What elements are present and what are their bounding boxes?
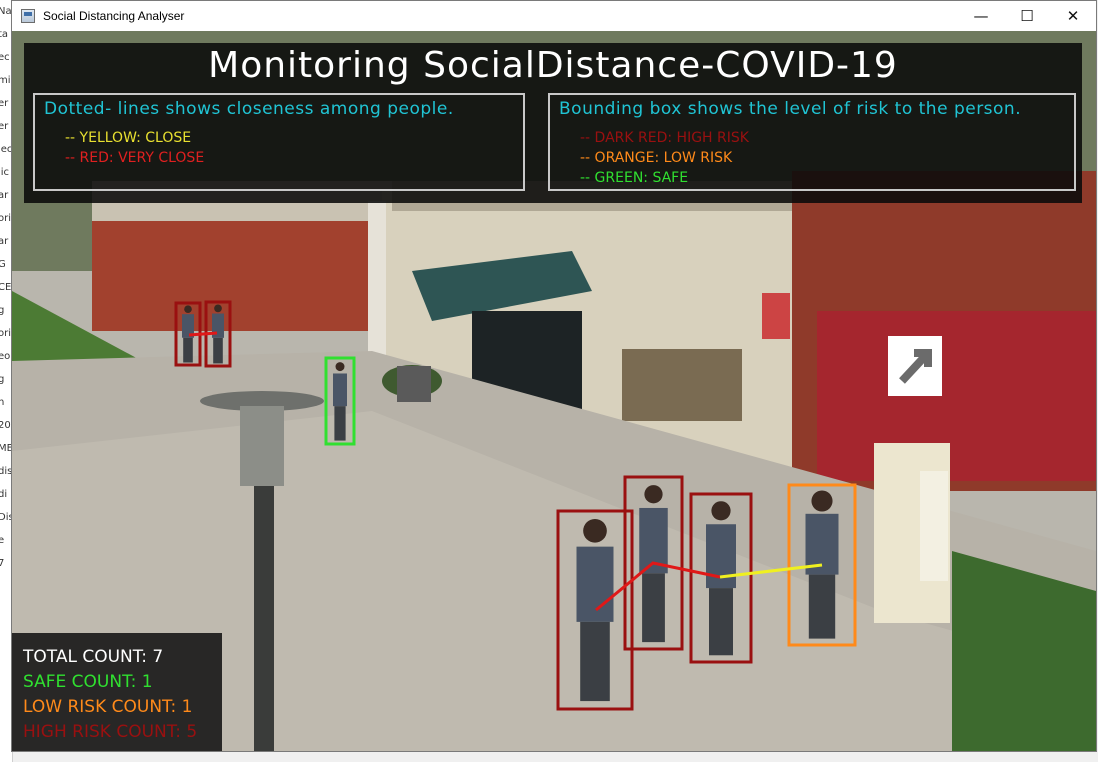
window-title: Social Distancing Analyser bbox=[43, 9, 185, 23]
maximize-icon: ☐ bbox=[1020, 7, 1034, 25]
closeness-legend: Dotted- lines shows closeness among peop… bbox=[33, 93, 525, 191]
count-panel: TOTAL COUNT: 7 SAFE COUNT: 1 LOW RISK CO… bbox=[12, 633, 222, 751]
legend-green-safe: -- GREEN: SAFE bbox=[580, 170, 689, 186]
minimize-icon: — bbox=[973, 7, 989, 25]
overlay-title: Monitoring SocialDistance-COVID-19 bbox=[208, 45, 898, 86]
pedestrian-figure bbox=[576, 518, 614, 702]
close-icon: ✕ bbox=[1066, 7, 1080, 25]
safe-count: SAFE COUNT: 1 bbox=[23, 672, 153, 692]
risk-legend-heading: Bounding box shows the level of risk to … bbox=[559, 99, 1022, 119]
maximize-button[interactable]: ☐ bbox=[1004, 1, 1050, 31]
info-header-panel: Monitoring SocialDistance-COVID-19 Dotte… bbox=[24, 43, 1082, 203]
closeness-legend-heading: Dotted- lines shows closeness among peop… bbox=[44, 99, 454, 119]
video-frame: Monitoring SocialDistance-COVID-19 Dotte… bbox=[12, 31, 1096, 751]
high-risk-count: HIGH RISK COUNT: 5 bbox=[23, 722, 198, 742]
minimize-button[interactable]: — bbox=[958, 1, 1004, 31]
risk-legend: Bounding box shows the level of risk to … bbox=[548, 93, 1076, 191]
low-risk-count: LOW RISK COUNT: 1 bbox=[23, 697, 193, 717]
legend-orange-low-risk: -- ORANGE: LOW RISK bbox=[580, 150, 733, 166]
legend-yellow-close: -- YELLOW: CLOSE bbox=[65, 130, 192, 146]
legend-red-very-close: -- RED: VERY CLOSE bbox=[65, 150, 205, 166]
pedestrian-figure bbox=[333, 362, 347, 441]
app-window: Social Distancing Analyser — ☐ ✕ Monitor… bbox=[11, 0, 1097, 752]
pedestrian-figure bbox=[805, 490, 839, 639]
app-icon bbox=[21, 9, 35, 23]
total-count: TOTAL COUNT: 7 bbox=[23, 647, 164, 667]
close-button[interactable]: ✕ bbox=[1050, 1, 1096, 31]
title-bar: Social Distancing Analyser — ☐ ✕ bbox=[12, 1, 1096, 31]
distance-line-very-close bbox=[188, 331, 218, 337]
legend-dark-red-high-risk: -- DARK RED: HIGH RISK bbox=[580, 130, 749, 146]
